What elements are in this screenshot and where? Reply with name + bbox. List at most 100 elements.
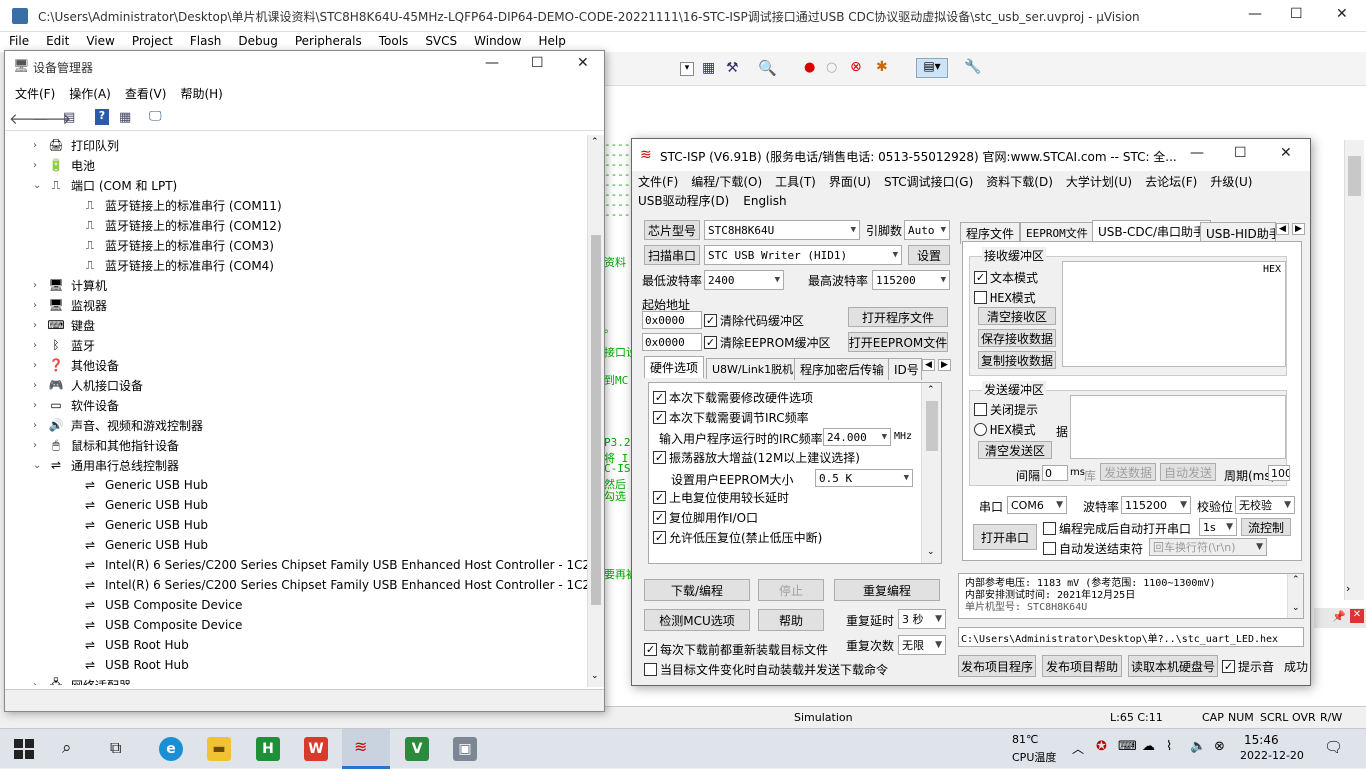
chip-model-button[interactable]: 芯片型号 (644, 220, 700, 240)
option-low-voltage-reset[interactable]: ✓ 允许低压复位(禁止低压中断) (653, 529, 822, 546)
expand-toggle-icon[interactable]: › (33, 420, 47, 431)
expand-toggle-icon[interactable]: › (33, 140, 47, 151)
com-select[interactable]: COM6 ▼ (1007, 496, 1067, 514)
option-long-reset-delay[interactable]: ✓ 上电复位使用较长延时 (653, 489, 789, 506)
menu-help[interactable]: Help (529, 32, 573, 48)
clear-code-checkbox[interactable]: ✓ 清除代码缓冲区 (704, 312, 804, 329)
hex-mode-checkbox[interactable]: HEX模式 (974, 289, 1036, 306)
auto-download-on-change-checkbox[interactable]: 当目标文件变化时自动装载并发送下载命令 (644, 661, 888, 678)
scroll-down-icon[interactable]: ⌄ (591, 671, 599, 681)
isp-menu-english[interactable]: English (743, 194, 786, 208)
device-manager-taskbar-icon[interactable]: ▣ (453, 737, 477, 761)
menu-flash[interactable]: Flash (181, 32, 229, 48)
dm-maximize-icon[interactable]: ☐ (531, 55, 544, 71)
device-tree-item[interactable]: ⌄ ⎍ 端口 (COM 和 LPT) (33, 175, 177, 195)
expand-toggle-icon[interactable]: › (33, 440, 47, 451)
tab-scroll-left-icon[interactable]: ◀ (922, 359, 935, 371)
wifi-icon[interactable]: ⌇ (1166, 739, 1172, 754)
expand-toggle-icon[interactable]: › (33, 340, 47, 351)
period-input[interactable]: 100 (1268, 465, 1290, 481)
tab-eeprom-file[interactable]: EEPROM文件 (1020, 222, 1094, 243)
dm-scroll-thumb[interactable] (591, 235, 601, 605)
auto-end-char-checkbox[interactable]: 自动发送结束符 (1043, 540, 1143, 557)
expand-toggle-icon[interactable]: › (33, 360, 47, 371)
pins-select[interactable]: Auto ▼ (904, 220, 950, 240)
menu-window[interactable]: Window (465, 32, 529, 48)
open-program-button[interactable]: 打开程序文件 (848, 307, 948, 327)
right-tab-left-icon[interactable]: ◀ (1276, 223, 1289, 235)
send-hex-mode-radio[interactable]: HEX模式 (974, 421, 1036, 438)
stop-button[interactable]: 停止 (758, 579, 824, 601)
device-tree-item[interactable]: ⇌ USB Root Hub (67, 635, 189, 655)
options-icon[interactable]: ▦ (702, 60, 715, 76)
dm-menu-help[interactable]: 帮助(H) (180, 85, 222, 102)
tray-cloud-icon[interactable]: ☁ (1142, 739, 1155, 754)
device-tree-item[interactable]: ⇌ USB Composite Device (67, 615, 242, 635)
isp-menu-forum[interactable]: 去论坛(F) (1145, 173, 1197, 190)
tray-keyboard-icon[interactable]: ⌨ (1118, 739, 1137, 754)
kill-breakpoints-icon[interactable]: ⊗ (850, 59, 862, 75)
min-baud-select[interactable]: 2400 ▼ (704, 270, 784, 290)
dm-close-icon[interactable]: ✕ (577, 55, 589, 71)
windows-start-icon[interactable] (14, 739, 34, 759)
isp-minimize-icon[interactable]: — (1190, 145, 1204, 161)
scroll-up-icon[interactable]: ⌃ (591, 137, 599, 147)
uvision-icon[interactable]: V (405, 737, 429, 761)
device-tree-item[interactable]: ›🖧 网络适配器 (33, 675, 131, 686)
check-mcu-button[interactable]: 检测MCU选项 (644, 609, 750, 631)
menu-view[interactable]: View (77, 32, 122, 48)
window-layout-icon[interactable]: ▤▾ (916, 58, 948, 78)
device-tree-item[interactable]: › 🖥 监视器 (33, 295, 107, 315)
scan-port-button[interactable]: 扫描串口 (644, 245, 700, 265)
interval-input[interactable]: 0 (1042, 465, 1068, 481)
breakpoint-icon[interactable]: ● (804, 60, 815, 75)
pin-icon[interactable]: 📌 (1332, 610, 1346, 623)
read-disk-id-button[interactable]: 读取本机硬盘号 (1128, 655, 1218, 677)
expand-toggle-icon[interactable]: › (33, 380, 47, 391)
isp-menu-tools[interactable]: 工具(T) (775, 173, 816, 190)
clear-receive-button[interactable]: 清空接收区 (978, 307, 1056, 325)
right-tab-right-icon[interactable]: ▶ (1292, 223, 1305, 235)
hbuilder-icon[interactable]: H (256, 737, 280, 761)
device-tree-item[interactable]: › 🔋 电池 (33, 155, 95, 175)
reload-before-download-checkbox[interactable]: ✓ 每次下载前都重新装载目标文件 (644, 641, 828, 658)
expand-toggle-icon[interactable]: › (33, 320, 47, 331)
open-port-button[interactable]: 打开串口 (973, 524, 1037, 550)
expand-toggle-icon[interactable]: › (33, 680, 47, 686)
menu-file[interactable]: File (0, 32, 37, 48)
isp-menu-program[interactable]: 编程/下载(O) (691, 173, 762, 190)
tab-hardware-options[interactable]: 硬件选项 (644, 356, 705, 378)
text-mode-checkbox[interactable]: ✓ 文本模式 (974, 269, 1038, 286)
isp-menu-download[interactable]: 资料下载(D) (986, 173, 1053, 190)
dm-scrollbar[interactable]: ⌃ ⌄ (587, 135, 604, 687)
receive-textarea[interactable]: HEX (1062, 261, 1286, 367)
breakpoint-disabled-icon[interactable]: ○ (826, 60, 837, 75)
file-explorer-icon[interactable]: ▬ (207, 737, 231, 761)
eeprom-size-select[interactable]: 0.5 K ▼ (815, 469, 913, 487)
eeprom-address-input[interactable]: 0x0000 (642, 333, 702, 351)
tray-expand-icon[interactable]: ︿ (1072, 740, 1084, 757)
port-select[interactable]: STC USB Writer (HID1) ▼ (704, 245, 902, 265)
view-icon[interactable]: ▦ (119, 110, 131, 125)
device-tree-item[interactable]: › ❓ 其他设备 (33, 355, 119, 375)
save-receive-button[interactable]: 保存接收数据 (978, 329, 1056, 347)
tab-usb-cdc-serial[interactable]: USB-CDC/串口助手 (1092, 220, 1212, 242)
mute-icon[interactable]: ⊗ (1214, 739, 1225, 754)
menu-edit[interactable]: Edit (37, 32, 77, 48)
device-tree-item[interactable]: › 🖥 计算机 (33, 275, 107, 295)
tab-encrypted-transfer[interactable]: 程序加密后传输 (794, 358, 891, 380)
dropdown-icon[interactable]: ▾ (680, 62, 694, 76)
help-icon[interactable]: ? (95, 109, 109, 125)
device-tree-item[interactable]: › 🖨 打印队列 (33, 135, 119, 155)
device-tree-item[interactable]: ⌄ ⇌ 通用串行总线控制器 (33, 455, 179, 475)
hw-options-scrollbar[interactable]: ⌃ ⌄ (921, 383, 941, 563)
tab-u8w-offline[interactable]: U8W/Link1脱机 (706, 358, 800, 379)
isp-menu-debug[interactable]: STC调试接口(G) (884, 173, 973, 190)
device-tree-item[interactable]: ⇌ Intel(R) 6 Series/C200 Series Chipset F… (67, 575, 589, 595)
clear-eeprom-checkbox[interactable]: ✓ 清除EEPROM缓冲区 (704, 334, 831, 351)
expand-toggle-icon[interactable]: › (33, 400, 47, 411)
device-tree-item[interactable]: › ⌨ 键盘 (33, 315, 95, 335)
volume-icon[interactable]: 🔈 (1190, 739, 1206, 754)
device-tree-item[interactable]: ⎍ 蓝牙链接上的标准串行 (COM3) (67, 235, 274, 255)
search-icon[interactable]: ⌕ (62, 738, 72, 758)
